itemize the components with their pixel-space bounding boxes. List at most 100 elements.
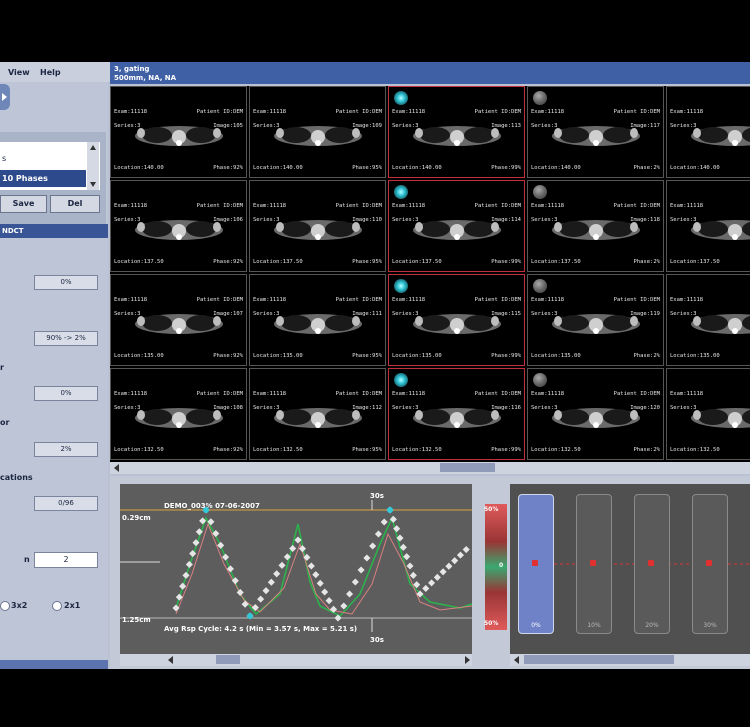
scroll-thumb[interactable] xyxy=(524,655,674,664)
scroll-right-icon[interactable] xyxy=(465,656,470,664)
phase-text: Phase:95% xyxy=(352,447,382,453)
sample-dot xyxy=(316,579,324,587)
list-item[interactable]: s xyxy=(0,148,86,168)
active-phase-icon[interactable] xyxy=(394,279,408,293)
image-cell[interactable]: Exam:11118Patient ID:DEMSeries:3Image:12… xyxy=(666,180,750,272)
scroll-thumb[interactable] xyxy=(440,463,495,472)
phase-column[interactable]: 0% xyxy=(518,494,554,634)
location-text: Location:140.00 xyxy=(531,165,581,171)
scroll-up-icon[interactable] xyxy=(90,145,96,150)
image-cell[interactable]: Exam:11118 Patient ID:DEM Series:3 Image:10… xyxy=(110,86,247,178)
image-cell[interactable]: Exam:11118 Patient ID:DEM Series:3 Image:11… xyxy=(527,86,664,178)
field-value-5[interactable]: 0/96 xyxy=(34,496,98,511)
location-text: Location:135.00 xyxy=(670,353,720,359)
scroll-left-icon[interactable] xyxy=(514,656,519,664)
waveform-scrollbar[interactable] xyxy=(120,654,472,666)
list-item-selected[interactable]: 10 Phases xyxy=(0,170,86,187)
save-button[interactable]: Save xyxy=(0,195,47,213)
ct-slice-image xyxy=(552,220,640,240)
image-cell[interactable]: Exam:11118 Patient ID:DEM Series:3 Image:11… xyxy=(388,368,525,460)
image-grid[interactable]: Exam:11118 Patient ID:DEM Series:3 Image:10… xyxy=(110,86,750,462)
ct-slice-image xyxy=(135,314,223,334)
image-cell[interactable]: Exam:11118 Patient ID:DEM Series:3 Image:11… xyxy=(527,274,664,366)
label-r: r xyxy=(0,363,4,372)
progress-footer: 0% xyxy=(0,660,108,669)
progress-value: 0% xyxy=(30,668,41,669)
image-cell[interactable]: Exam:11118Patient ID:DEMSeries:3Image:12… xyxy=(666,274,750,366)
patient-text: Patient ID:DEM xyxy=(474,203,521,209)
listbox-scrollbar[interactable] xyxy=(87,142,99,190)
menu-help[interactable]: Help xyxy=(40,68,61,77)
phase-marker-icon xyxy=(648,560,654,566)
phase-listbox[interactable]: s 10 Phases xyxy=(0,142,100,190)
phase-column[interactable]: 10% xyxy=(576,494,612,634)
phase-text: Phase:99% xyxy=(491,165,521,171)
image-cell[interactable]: Exam:11118Patient ID:DEMSeries:3Image:12… xyxy=(527,368,664,460)
ct-slice-image xyxy=(135,126,223,146)
viewer-title-bar: 3, gating 500mm, NA, NA xyxy=(110,62,750,84)
phase-column[interactable]: 20% xyxy=(634,494,670,634)
inactive-phase-icon[interactable] xyxy=(533,373,547,387)
phase-column[interactable]: 30% xyxy=(692,494,728,634)
image-cell[interactable]: Exam:11118 Patient ID:DEM Series:3 Image:10… xyxy=(249,86,386,178)
image-cell[interactable]: Exam:11118 Patient ID:DEM Series:3 Image:11… xyxy=(388,180,525,272)
phase-text: Phase:92% xyxy=(213,447,243,453)
ct-slice-image xyxy=(691,220,750,240)
radio-3x2[interactable] xyxy=(0,601,10,611)
scroll-down-icon[interactable] xyxy=(90,182,96,187)
exam-text: Exam:11118 xyxy=(114,391,148,397)
image-cell[interactable]: Exam:11118Patient ID:DEMSeries:3Image:12… xyxy=(666,86,750,178)
radio-2x1[interactable] xyxy=(52,601,62,611)
active-phase-icon[interactable] xyxy=(394,91,408,105)
bottom-panel: DEMO_003% 07-06-2007 0.29cm 1.25cm 30s 3… xyxy=(110,476,750,669)
respiratory-waveform[interactable]: DEMO_003% 07-06-2007 0.29cm 1.25cm 30s 3… xyxy=(120,484,472,664)
image-cell[interactable]: Exam:11118 Patient ID:DEM Series:3 Image:11… xyxy=(249,368,386,460)
inactive-phase-icon[interactable] xyxy=(533,185,547,199)
inactive-phase-icon[interactable] xyxy=(533,91,547,105)
phase-text: Phase:99% xyxy=(491,353,521,359)
delete-button[interactable]: Del xyxy=(50,195,100,213)
exam-text: Exam:11118 xyxy=(392,203,426,209)
image-cell[interactable]: Exam:11118 Patient ID:DEM Series:3 Image:11… xyxy=(388,86,525,178)
label-or: or xyxy=(0,418,10,427)
image-cell[interactable]: Exam:11118 Patient ID:DEM Series:3 Image:10… xyxy=(110,368,247,460)
field-value-4[interactable]: 2% xyxy=(34,442,98,457)
field-value-1[interactable]: 0% xyxy=(34,275,98,290)
field-value-3[interactable]: 0% xyxy=(34,386,98,401)
valley-marker xyxy=(247,613,253,619)
patient-text: Patient ID:DEM xyxy=(196,391,243,397)
menu-view[interactable]: View xyxy=(8,68,30,77)
active-phase-icon[interactable] xyxy=(394,185,408,199)
field-value-2[interactable]: 90% -> 2% xyxy=(34,331,98,346)
image-cell[interactable]: Exam:11118 Patient ID:DEM Series:3 Image:11… xyxy=(249,180,386,272)
patient-text: Patient ID:DEM xyxy=(335,203,382,209)
sample-dot xyxy=(363,554,371,562)
count-input[interactable]: 2 xyxy=(34,552,98,568)
sample-dot xyxy=(273,570,281,578)
phase-selector[interactable]: 0% 10% 20% 30% xyxy=(510,484,750,664)
active-phase-icon[interactable] xyxy=(394,373,408,387)
image-cell[interactable]: Exam:11118 Patient ID:DEM Series:3 Image:10… xyxy=(110,274,247,366)
phase-scrollbar[interactable] xyxy=(510,654,750,666)
location-text: Location:132.50 xyxy=(114,447,164,453)
green-curve xyxy=(175,515,472,617)
tab-expand-icon[interactable] xyxy=(0,84,10,110)
ct-slice-image xyxy=(413,314,501,334)
patient-text: Patient ID:DEM xyxy=(335,297,382,303)
exam-text: Exam:11118 xyxy=(253,203,287,209)
sample-dot xyxy=(369,542,377,550)
image-cell[interactable]: Exam:11118Patient ID:DEMSeries:3Image:12… xyxy=(666,368,750,460)
sample-dot xyxy=(409,571,417,579)
inactive-phase-icon[interactable] xyxy=(533,279,547,293)
ct-slice-image xyxy=(413,408,501,428)
scroll-left-icon[interactable] xyxy=(168,656,173,664)
patient-text: Patient ID:DEM xyxy=(196,297,243,303)
image-cell[interactable]: Exam:11118 Patient ID:DEM Series:3 Image:10… xyxy=(110,180,247,272)
scroll-left-icon[interactable] xyxy=(114,464,119,472)
image-cell[interactable]: Exam:11118 Patient ID:DEM Series:3 Image:11… xyxy=(388,274,525,366)
image-cell[interactable]: Exam:11118 Patient ID:DEM Series:3 Image:11… xyxy=(249,274,386,366)
location-text: Location:137.50 xyxy=(670,259,720,265)
grid-horizontal-scrollbar[interactable] xyxy=(110,462,750,474)
image-cell[interactable]: Exam:11118 Patient ID:DEM Series:3 Image:11… xyxy=(527,180,664,272)
scroll-thumb[interactable] xyxy=(216,655,240,664)
